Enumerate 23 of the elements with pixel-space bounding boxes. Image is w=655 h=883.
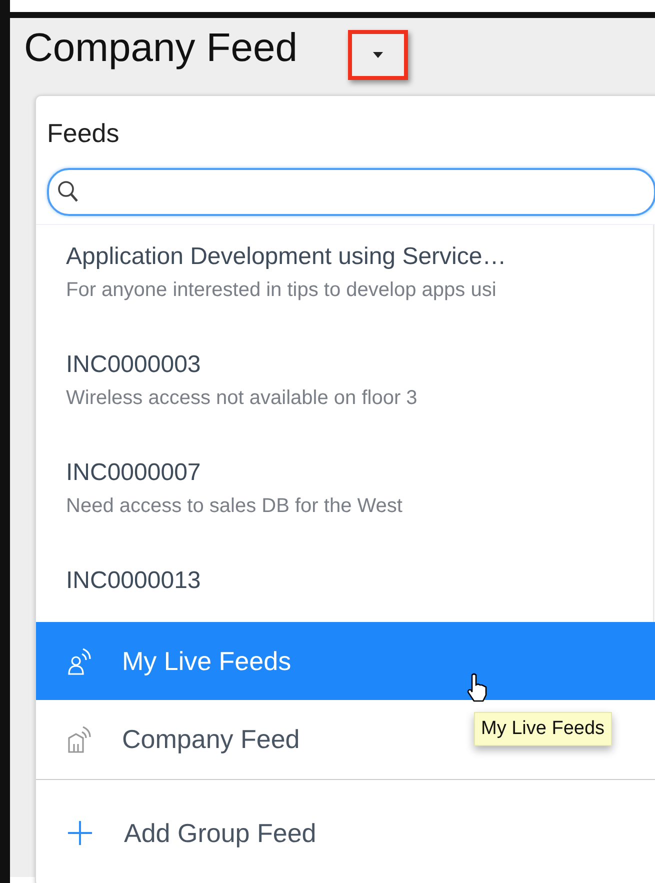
dropdown-button[interactable] bbox=[348, 30, 408, 80]
group-item[interactable]: INC0000013 bbox=[66, 549, 653, 622]
group-description: Need access to sales DB for the West bbox=[66, 495, 404, 518]
group-description: Wireless access not available on floor 3 bbox=[66, 387, 418, 410]
panel-title: Feeds bbox=[46, 117, 120, 146]
plus-icon bbox=[66, 819, 94, 847]
tooltip: My Live Feeds bbox=[474, 712, 612, 746]
group-title: INC0000007 bbox=[66, 459, 202, 487]
group-description: For anyone interested in tips to develop apps usi bbox=[66, 279, 498, 302]
group-title: INC0000013 bbox=[66, 567, 202, 595]
broadcast-building-icon bbox=[66, 724, 94, 754]
group-item[interactable]: INC0000003 Wireless access not available on floor 3 bbox=[66, 333, 653, 441]
search-field[interactable] bbox=[47, 168, 655, 216]
search-icon bbox=[57, 180, 79, 204]
feed-type-item[interactable]: My Live Feeds bbox=[36, 622, 655, 700]
caret-icon bbox=[371, 51, 385, 59]
group-title: INC0000003 bbox=[66, 351, 202, 379]
group-item[interactable]: INC0000007 Need access to sales DB for the West bbox=[66, 441, 653, 549]
add-group-feed-link[interactable]: Add Group Feed bbox=[36, 779, 655, 883]
group-title: Application Development using Service… bbox=[66, 243, 508, 271]
feed-title: Company Feed bbox=[24, 26, 298, 71]
group-item[interactable]: Application Development using Service… For anyone interested in tips to develop apps usi bbox=[66, 225, 653, 333]
broadcast-person-icon bbox=[66, 646, 94, 676]
